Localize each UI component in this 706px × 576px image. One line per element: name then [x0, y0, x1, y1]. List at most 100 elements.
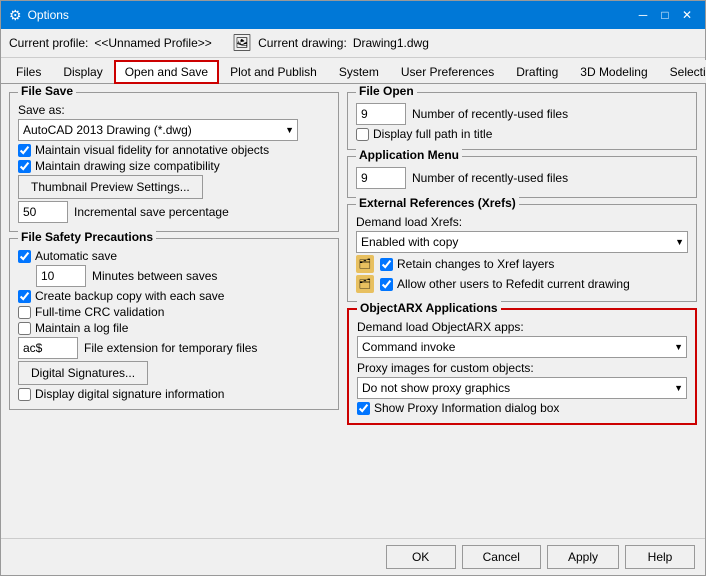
- proxy-images-label: Proxy images for custom objects:: [357, 361, 687, 375]
- demand-load-xref-select[interactable]: Enabled with copy Disabled Enabled: [356, 231, 688, 253]
- options-dialog: ⚙ Options ─ □ ✕ Current profile: <<Unnam…: [0, 0, 706, 576]
- digital-sign-row: Digital Signatures...: [18, 361, 330, 385]
- file-save-title: File Save: [18, 84, 76, 98]
- tab-display[interactable]: Display: [52, 60, 113, 83]
- app-menu-content: Number of recently-used files: [356, 167, 688, 189]
- show-proxy-checkbox[interactable]: [357, 402, 370, 415]
- maintain-visual-checkbox[interactable]: [18, 144, 31, 157]
- minutes-input[interactable]: [36, 265, 86, 287]
- left-panel: File Save Save as: AutoCAD 2013 Drawing …: [9, 92, 339, 530]
- auto-save-label: Automatic save: [18, 249, 330, 263]
- demand-load-xref-wrapper: Enabled with copy Disabled Enabled: [356, 231, 688, 253]
- tab-user-preferences[interactable]: User Preferences: [390, 60, 505, 83]
- right-panel: File Open Number of recently-used files …: [347, 92, 697, 530]
- current-profile-label: Current profile:: [9, 36, 88, 50]
- current-drawing-label: Current drawing:: [258, 36, 347, 50]
- tab-system[interactable]: System: [328, 60, 390, 83]
- maintain-drawing-label: Maintain drawing size compatibility: [18, 159, 330, 173]
- file-save-group: File Save Save as: AutoCAD 2013 Drawing …: [9, 92, 339, 232]
- current-profile-value: <<Unnamed Profile>>: [94, 36, 211, 50]
- title-bar: ⚙ Options ─ □ ✕: [1, 1, 705, 29]
- file-ext-row: File extension for temporary files: [18, 337, 330, 359]
- xref-content: Demand load Xrefs: Enabled with copy Dis…: [356, 215, 688, 293]
- bottom-bar: OK Cancel Apply Help: [1, 538, 705, 575]
- file-open-title: File Open: [356, 84, 417, 98]
- demand-load-arx-label: Demand load ObjectARX apps:: [357, 320, 687, 334]
- title-bar-left: ⚙ Options: [9, 7, 69, 24]
- minutes-row: Minutes between saves: [18, 265, 330, 287]
- profile-bar: Current profile: <<Unnamed Profile>> 🖼 C…: [1, 29, 705, 58]
- allow-others-checkbox[interactable]: [380, 278, 393, 291]
- app-menu-group: Application Menu Number of recently-used…: [347, 156, 697, 198]
- create-backup-checkbox[interactable]: [18, 290, 31, 303]
- object-arx-content: Demand load ObjectARX apps: Command invo…: [357, 320, 687, 415]
- display-digital-checkbox[interactable]: [18, 388, 31, 401]
- minutes-label: Minutes between saves: [92, 269, 217, 283]
- show-proxy-label: Show Proxy Information dialog box: [357, 401, 687, 415]
- maintain-drawing-checkbox[interactable]: [18, 160, 31, 173]
- tab-files[interactable]: Files: [5, 60, 52, 83]
- tab-drafting[interactable]: Drafting: [505, 60, 569, 83]
- object-arx-group: ObjectARX Applications Demand load Objec…: [347, 308, 697, 425]
- create-backup-label: Create backup copy with each save: [18, 289, 330, 303]
- maintain-visual-label: Maintain visual fidelity for annotative …: [18, 143, 330, 157]
- title-controls: ─ □ ✕: [633, 5, 697, 25]
- file-ext-label: File extension for temporary files: [84, 341, 257, 355]
- window-title: Options: [28, 8, 69, 22]
- tabs-bar: Files Display Open and Save Plot and Pub…: [1, 58, 705, 84]
- tab-open-save[interactable]: Open and Save: [114, 60, 219, 84]
- demand-load-arx-wrapper: Command invoke Object detect Object dete…: [357, 336, 687, 358]
- ok-button[interactable]: OK: [386, 545, 456, 569]
- apply-button[interactable]: Apply: [547, 545, 619, 569]
- profile-section: Current profile: <<Unnamed Profile>>: [9, 36, 212, 50]
- digital-sign-btn[interactable]: Digital Signatures...: [18, 361, 148, 385]
- tab-selection[interactable]: Selection: [659, 60, 706, 83]
- file-save-content: Save as: AutoCAD 2013 Drawing (*.dwg) Ma…: [18, 103, 330, 223]
- maximize-button[interactable]: □: [655, 5, 675, 25]
- xref-icon-1: 🗂: [356, 255, 374, 273]
- close-button[interactable]: ✕: [677, 5, 697, 25]
- current-drawing-value: Drawing1.dwg: [353, 36, 429, 50]
- app-recent-files-label: Number of recently-used files: [412, 171, 568, 185]
- tab-3d-modeling[interactable]: 3D Modeling: [569, 60, 658, 83]
- app-menu-title: Application Menu: [356, 148, 462, 162]
- display-full-path-checkbox[interactable]: [356, 128, 369, 141]
- allow-others-label: Allow other users to Refedit current dra…: [380, 277, 630, 291]
- file-open-group: File Open Number of recently-used files …: [347, 92, 697, 150]
- recent-files-input[interactable]: [356, 103, 406, 125]
- incremental-label: Incremental save percentage: [74, 205, 229, 219]
- app-recent-files-input[interactable]: [356, 167, 406, 189]
- proxy-images-select[interactable]: Do not show proxy graphics Show proxy gr…: [357, 377, 687, 399]
- auto-save-checkbox[interactable]: [18, 250, 31, 263]
- save-as-dropdown-row: AutoCAD 2013 Drawing (*.dwg): [18, 119, 330, 141]
- xref-title: External References (Xrefs): [356, 196, 519, 210]
- thumbnail-row: Thumbnail Preview Settings...: [18, 175, 330, 199]
- maintain-log-checkbox[interactable]: [18, 322, 31, 335]
- cancel-button[interactable]: Cancel: [462, 545, 541, 569]
- file-ext-input[interactable]: [18, 337, 78, 359]
- maintain-log-label: Maintain a log file: [18, 321, 330, 335]
- tab-plot-publish[interactable]: Plot and Publish: [219, 60, 328, 83]
- save-as-select[interactable]: AutoCAD 2013 Drawing (*.dwg): [18, 119, 298, 141]
- recent-files-label: Number of recently-used files: [412, 107, 568, 121]
- help-button[interactable]: Help: [625, 545, 695, 569]
- minimize-button[interactable]: ─: [633, 5, 653, 25]
- allow-others-row: 🗂 Allow other users to Refedit current d…: [356, 275, 688, 293]
- incremental-input[interactable]: [18, 201, 68, 223]
- save-as-row: Save as:: [18, 103, 330, 117]
- display-digital-label: Display digital signature information: [18, 387, 330, 401]
- incremental-row: Incremental save percentage: [18, 201, 330, 223]
- demand-load-xref-label: Demand load Xrefs:: [356, 215, 688, 229]
- app-recent-files-row: Number of recently-used files: [356, 167, 688, 189]
- drawing-icon: 🖼: [232, 33, 252, 53]
- retain-changes-row: 🗂 Retain changes to Xref layers: [356, 255, 688, 273]
- file-safety-content: Automatic save Minutes between saves Cre…: [18, 249, 330, 401]
- demand-load-arx-select[interactable]: Command invoke Object detect Object dete…: [357, 336, 687, 358]
- retain-changes-checkbox[interactable]: [380, 258, 393, 271]
- xref-icon-2: 🗂: [356, 275, 374, 293]
- title-icon: ⚙: [9, 7, 22, 24]
- file-open-content: Number of recently-used files Display fu…: [356, 103, 688, 141]
- thumbnail-btn[interactable]: Thumbnail Preview Settings...: [18, 175, 203, 199]
- fulltime-crc-checkbox[interactable]: [18, 306, 31, 319]
- file-safety-title: File Safety Precautions: [18, 230, 156, 244]
